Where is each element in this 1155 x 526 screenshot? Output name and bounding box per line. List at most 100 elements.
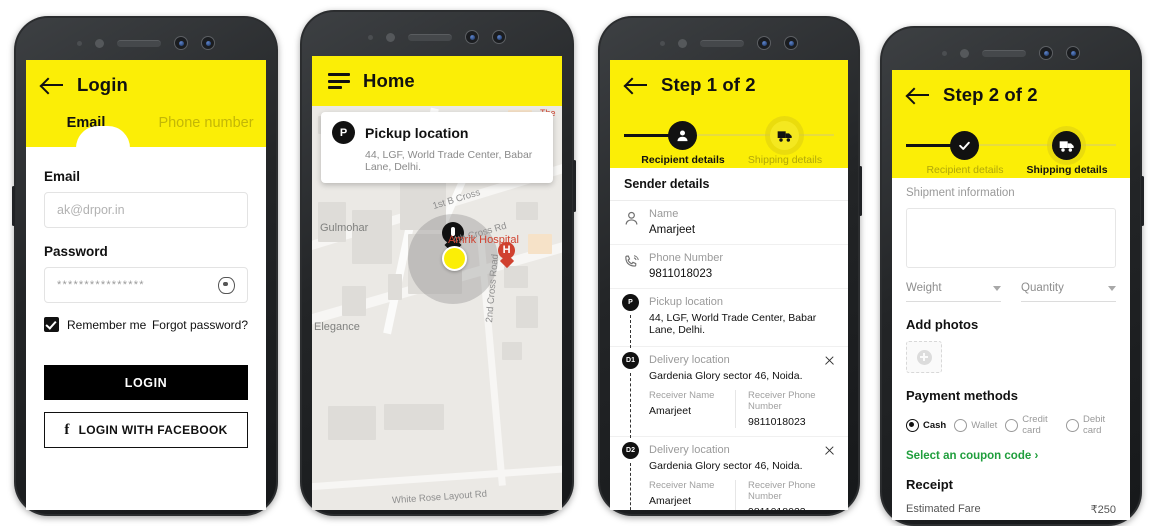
truck-icon bbox=[777, 130, 792, 142]
facebook-login-button[interactable]: f LOGIN WITH FACEBOOK bbox=[44, 412, 248, 448]
sender-phone-row[interactable]: Phone Number 9811018023 bbox=[610, 245, 848, 289]
chevron-down-icon bbox=[993, 285, 1001, 291]
shipment-form: Shipment information Weight Quantity Add… bbox=[892, 178, 1130, 516]
phone1-notch bbox=[26, 26, 266, 60]
remember-me-checkbox[interactable]: Remember me bbox=[44, 317, 146, 332]
phone4-side-button bbox=[1141, 176, 1144, 226]
receiver-phone-value: 9811018023 bbox=[748, 416, 806, 428]
person-outline-icon bbox=[625, 211, 638, 225]
front-camera-icon bbox=[465, 30, 479, 44]
step-node-recipient[interactable] bbox=[668, 121, 697, 150]
radio-icon bbox=[1005, 418, 1019, 432]
back-arrow-icon[interactable] bbox=[42, 77, 64, 94]
payment-option-debit-card[interactable]: Debit card bbox=[1065, 414, 1116, 436]
section-shipment-information: Shipment information bbox=[906, 187, 1015, 199]
password-field[interactable]: **************** bbox=[44, 267, 248, 303]
route-timeline bbox=[630, 373, 631, 438]
weight-select[interactable]: Weight bbox=[906, 282, 1001, 302]
step-node-shipping[interactable] bbox=[1052, 131, 1081, 160]
receiver-name-label: Receiver Name bbox=[649, 480, 715, 491]
front-camera-secondary-icon bbox=[1066, 46, 1080, 60]
back-arrow-icon[interactable] bbox=[626, 77, 648, 94]
quantity-label: Quantity bbox=[1021, 282, 1064, 294]
step-node-shipping[interactable] bbox=[770, 121, 799, 150]
add-photos-title: Add photos bbox=[906, 317, 979, 332]
step1-appbar: Step 1 of 2 Recipient details Shipping d… bbox=[610, 60, 848, 168]
sender-name-label: Name bbox=[649, 208, 679, 220]
pickup-location-row[interactable]: P Pickup location 44, LGF, World Trade C… bbox=[610, 289, 848, 348]
delivery-location-row-2[interactable]: D2 Delivery location Gardenia Glory sect… bbox=[610, 437, 848, 510]
front-sensor-icon bbox=[960, 48, 969, 58]
front-camera-icon bbox=[757, 36, 771, 50]
map-label: Gulmohar bbox=[320, 222, 369, 234]
sender-name-row[interactable]: Name Amarjeet bbox=[610, 201, 848, 245]
eye-icon[interactable] bbox=[218, 276, 235, 294]
phone3-side-button bbox=[859, 166, 862, 216]
map-block bbox=[328, 406, 376, 440]
receiver-phone-value: 9811018023 bbox=[748, 506, 834, 510]
front-camera-secondary-icon bbox=[492, 30, 506, 44]
map-block bbox=[504, 266, 528, 288]
phone-step1: Step 1 of 2 Recipient details Shipping d… bbox=[598, 16, 862, 516]
payment-methods-title: Payment methods bbox=[906, 388, 1018, 403]
close-icon[interactable] bbox=[824, 445, 835, 456]
map-block bbox=[516, 296, 538, 328]
receiver-phone-label: Receiver Phone Number bbox=[748, 390, 816, 412]
pickup-label: Pickup location bbox=[649, 296, 723, 308]
tab-phone-number[interactable]: Phone number bbox=[146, 106, 266, 147]
screenshot-canvas: Login Email Phone number Email ak@drpor.… bbox=[0, 0, 1155, 526]
forgot-password-link[interactable]: Forgot password? bbox=[152, 318, 248, 332]
pickup-badge: P bbox=[622, 294, 639, 311]
login-appbar: Login Email Phone number bbox=[26, 60, 266, 148]
map-canvas[interactable]: H Gulmohar 1st B Cross 4th Cross Rd Eleg… bbox=[312, 106, 562, 510]
close-icon[interactable] bbox=[824, 355, 835, 366]
delivery-value: Gardenia Glory sector 46, Noida. bbox=[649, 370, 803, 382]
password-value: **************** bbox=[57, 279, 145, 291]
step-label-shipping: Shipping details bbox=[1026, 164, 1108, 176]
step-label-recipient: Recipient details bbox=[926, 164, 1004, 176]
shipment-description-field[interactable] bbox=[906, 208, 1116, 268]
pickup-card-address: 44, LGF, World Trade Center, Babar Lane,… bbox=[365, 149, 533, 173]
map-label: Elegance bbox=[314, 321, 360, 333]
sensor-dot-icon bbox=[368, 34, 373, 40]
step-label-shipping: Shipping details bbox=[747, 154, 823, 166]
map-current-location-dot bbox=[442, 246, 467, 271]
back-arrow-icon[interactable] bbox=[908, 87, 930, 104]
payment-option-label: Credit card bbox=[1022, 414, 1048, 436]
payment-option-cash[interactable]: Cash bbox=[906, 418, 947, 432]
phone-login: Login Email Phone number Email ak@drpor.… bbox=[12, 16, 278, 516]
sensor-dot-icon bbox=[77, 40, 82, 46]
hospital-letter: H bbox=[502, 243, 511, 256]
login-tabs: Email Phone number bbox=[26, 106, 266, 148]
remember-me-label: Remember me bbox=[67, 317, 147, 332]
select-coupon-link[interactable]: Select an coupon code › bbox=[906, 450, 1116, 462]
phone2-notch bbox=[312, 20, 562, 54]
phone-home-map: Home H Gulmohar 1st B Cross 4th Cross Rd… bbox=[300, 10, 576, 516]
radio-selected-icon bbox=[906, 418, 919, 432]
receiver-name-label: Receiver Name bbox=[649, 390, 715, 401]
pickup-card-title: Pickup location bbox=[365, 124, 469, 141]
pickup-location-card[interactable]: P Pickup location 44, LGF, World Trade C… bbox=[321, 112, 553, 183]
phone1-side-button bbox=[12, 186, 15, 226]
payment-option-credit-card[interactable]: Credit card bbox=[1005, 414, 1058, 436]
email-field[interactable]: ak@drpor.in bbox=[44, 192, 248, 228]
quantity-select[interactable]: Quantity bbox=[1021, 282, 1116, 302]
email-placeholder: ak@drpor.in bbox=[57, 203, 125, 217]
payment-option-wallet[interactable]: Wallet bbox=[954, 418, 997, 432]
truck-icon bbox=[1059, 140, 1074, 152]
delivery-location-row-1[interactable]: D1 Delivery location Gardenia Glory sect… bbox=[610, 347, 848, 438]
radio-icon bbox=[954, 418, 968, 432]
progress-stepper: Recipient details Shipping details bbox=[892, 122, 1130, 178]
earpiece-speaker-icon bbox=[982, 49, 1026, 57]
map-block bbox=[384, 404, 444, 430]
payment-option-label: Cash bbox=[923, 419, 947, 431]
front-camera-secondary-icon bbox=[784, 36, 798, 50]
login-button[interactable]: LOGIN bbox=[44, 365, 248, 400]
map-poi-block bbox=[528, 234, 552, 254]
route-timeline bbox=[630, 315, 631, 348]
earpiece-speaker-icon bbox=[117, 39, 161, 47]
hamburger-menu-icon[interactable] bbox=[328, 73, 350, 89]
add-photo-button[interactable] bbox=[906, 341, 942, 373]
delivery-value: Gardenia Glory sector 46, Noida. bbox=[649, 460, 803, 472]
step-node-recipient[interactable] bbox=[950, 131, 979, 160]
